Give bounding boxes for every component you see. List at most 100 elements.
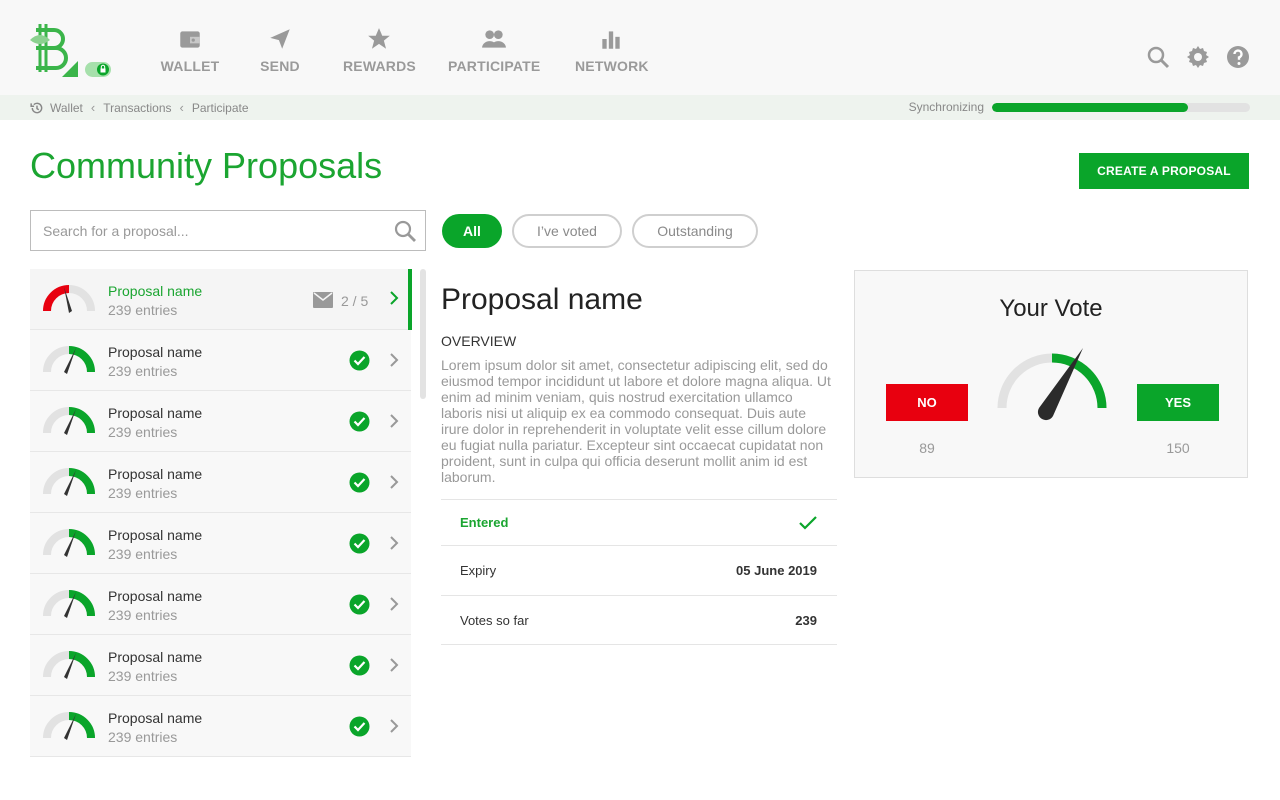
nav-label: REWARDS [343, 58, 416, 74]
vote-yes-button[interactable]: YES [1137, 384, 1219, 421]
proposal-entries: 239 entries [108, 546, 178, 562]
list-item[interactable]: Proposal name 239 entries 2 / 5 [30, 269, 411, 330]
gauge-green-icon [43, 346, 95, 374]
chevron-left-icon: ‹ [90, 100, 96, 115]
check-circle-icon [349, 350, 370, 371]
overview-label: OVERVIEW [441, 333, 517, 349]
list-item[interactable]: Proposal name 239 entries [30, 330, 411, 391]
check-circle-icon [349, 655, 370, 676]
breadcrumb-wallet[interactable]: Wallet [50, 101, 83, 115]
proposal-entries: 239 entries [108, 729, 178, 745]
gauge-green-icon [43, 407, 95, 435]
history-icon [30, 102, 43, 113]
proposal-entries: 239 entries [108, 607, 178, 623]
sync-label: Synchronizing [908, 100, 984, 114]
check-circle-icon [349, 533, 370, 554]
nav-participate[interactable]: PARTICIPATE [448, 26, 540, 76]
nav-rewards[interactable]: REWARDS [343, 26, 416, 76]
gauge-green-icon [43, 468, 95, 496]
create-proposal-button[interactable]: CREATE A PROPOSAL [1079, 153, 1249, 189]
proposal-entries: 239 entries [108, 302, 178, 318]
app-logo[interactable] [28, 20, 118, 80]
star-icon [368, 28, 390, 49]
breadcrumb-bar: Wallet ‹ Transactions ‹ Participate Sync… [0, 95, 1280, 120]
proposal-ratio: 2 / 5 [341, 293, 369, 309]
entered-label: Entered [460, 515, 509, 530]
nav-label: NETWORK [575, 58, 649, 74]
chevron-right-icon [390, 658, 399, 672]
votes-row: Votes so far 239 [441, 595, 837, 645]
nav-network[interactable]: NETWORK [575, 26, 649, 76]
entered-row: Entered [441, 499, 837, 545]
check-icon [799, 515, 817, 530]
check-circle-icon [349, 594, 370, 615]
proposal-entries: 239 entries [108, 363, 178, 379]
expiry-row: Expiry 05 June 2019 [441, 545, 837, 595]
chevron-left-icon: ‹ [179, 100, 184, 115]
breadcrumb-transactions[interactable]: Transactions [103, 101, 171, 115]
search-icon[interactable] [1146, 45, 1170, 69]
votes-value: 239 [795, 612, 817, 628]
top-actions [1146, 45, 1250, 69]
proposal-name: Proposal name [108, 283, 203, 299]
search-box [30, 210, 426, 251]
nav-wallet[interactable]: WALLET [160, 26, 220, 76]
list-item[interactable]: Proposal name 239 entries [30, 574, 411, 635]
proposal-name: Proposal name [108, 649, 203, 665]
list-item[interactable]: Proposal name 239 entries [30, 635, 411, 696]
filter-all[interactable]: All [442, 214, 502, 248]
people-icon [482, 30, 506, 48]
vote-gauge-icon [997, 348, 1107, 421]
vote-no-button[interactable]: NO [886, 384, 968, 421]
gauge-green-icon [43, 529, 95, 557]
filter-outstanding[interactable]: Outstanding [632, 214, 758, 248]
votes-label: Votes so far [460, 612, 529, 628]
breadcrumb: Wallet ‹ Transactions ‹ Participate [30, 100, 249, 115]
chevron-right-icon [390, 414, 399, 428]
proposal-entries: 239 entries [108, 424, 178, 440]
yes-vote-count: 150 [1166, 440, 1190, 456]
help-icon[interactable] [1226, 45, 1250, 69]
chevron-right-icon [390, 536, 399, 550]
breadcrumb-participate[interactable]: Participate [192, 101, 249, 115]
gauge-green-icon [43, 590, 95, 618]
list-item[interactable]: Proposal name 239 entries [30, 452, 411, 513]
gauge-green-icon [43, 712, 95, 740]
filter-voted[interactable]: I’ve voted [512, 214, 622, 248]
check-circle-icon [349, 716, 370, 737]
proposal-name: Proposal name [108, 710, 203, 726]
gear-icon[interactable] [1186, 45, 1210, 69]
check-circle-icon [349, 411, 370, 432]
list-item[interactable]: Proposal name 239 entries [30, 696, 411, 757]
proposal-description: Lorem ipsum dolor sit amet, consectetur … [441, 357, 831, 485]
chevron-right-icon [390, 597, 399, 611]
list-item[interactable]: Proposal name 239 entries [30, 391, 411, 452]
nav-label: PARTICIPATE [448, 58, 541, 74]
proposal-title: Proposal name [441, 283, 643, 316]
nav-send[interactable]: SEND [255, 26, 305, 76]
proposal-name: Proposal name [108, 588, 203, 604]
wallet-icon [180, 31, 200, 48]
nav-label: SEND [260, 58, 300, 74]
proposal-entries: 239 entries [108, 668, 178, 684]
proposal-name: Proposal name [108, 344, 203, 360]
list-scrollbar[interactable] [420, 269, 426, 399]
proposal-info-table: Entered Expiry 05 June 2019 Votes so far… [441, 499, 837, 645]
search-icon[interactable] [393, 219, 417, 243]
vote-card: Your Vote NO YES 89 150 [854, 270, 1248, 478]
bar-chart-icon [602, 31, 620, 49]
gauge-green-icon [43, 651, 95, 679]
top-navigation-bar: WALLET SEND REWARDS PARTICIPATE NETWORK [0, 0, 1280, 95]
search-input[interactable] [31, 211, 371, 250]
proposal-name: Proposal name [108, 405, 203, 421]
expiry-value: 05 June 2019 [736, 563, 817, 578]
chevron-right-icon [390, 719, 399, 733]
sync-progress-bar [992, 102, 1250, 112]
proposal-name: Proposal name [108, 466, 203, 482]
chevron-right-icon [390, 475, 399, 489]
proposal-name: Proposal name [108, 527, 203, 543]
proposal-list: Proposal name 239 entries 2 / 5 Proposal… [30, 269, 411, 757]
sync-progress-fill [992, 102, 1189, 112]
vote-title: Your Vote [999, 295, 1103, 322]
list-item[interactable]: Proposal name 239 entries [30, 513, 411, 574]
